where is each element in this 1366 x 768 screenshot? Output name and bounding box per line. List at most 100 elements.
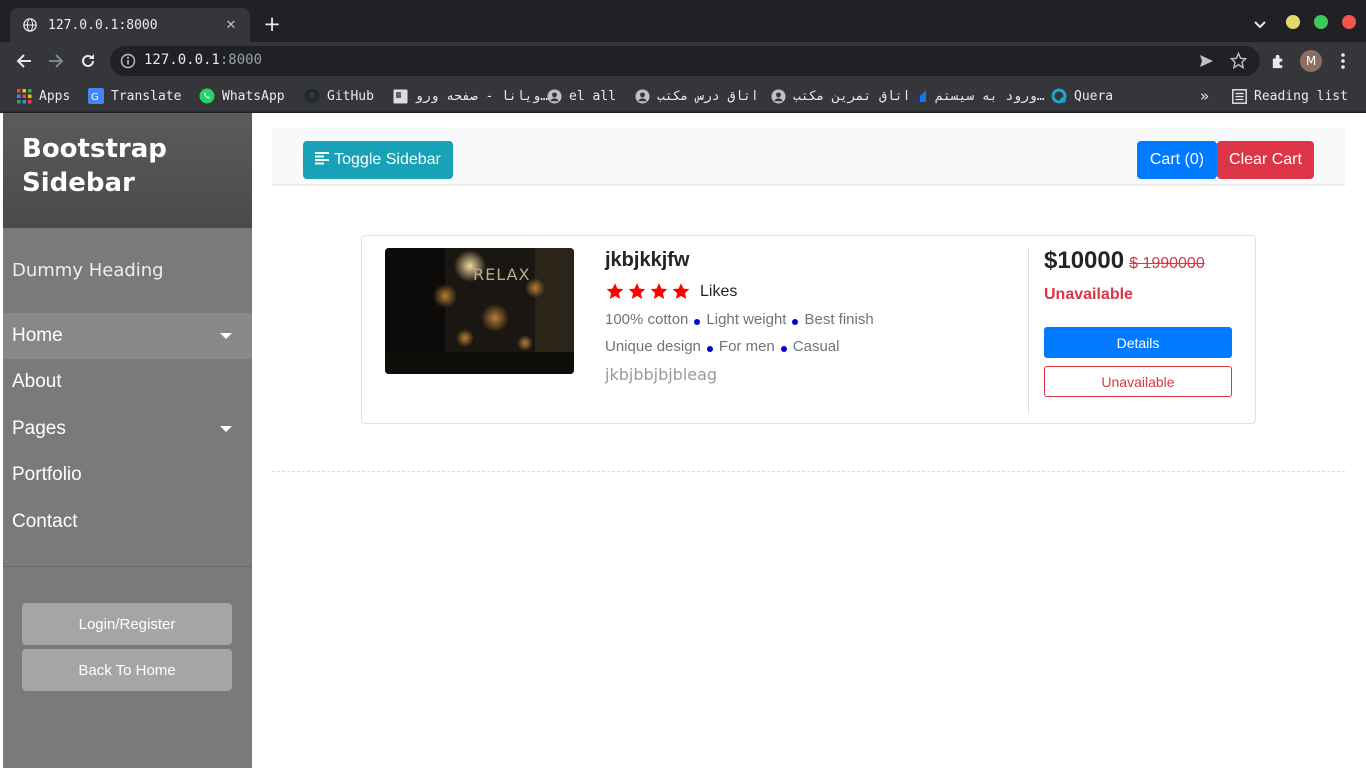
bookmark-practice-room[interactable]: اتاق تمرین مکتب (770, 86, 910, 106)
card-divider (1028, 248, 1029, 414)
top-navbar: Toggle Sidebar Cart (0) Clear Cart (272, 128, 1345, 186)
product-name[interactable]: jkbjkkjfw (605, 249, 689, 272)
product-rating: Likes (605, 282, 737, 301)
sidebar-item-contact[interactable]: Contact (3, 499, 252, 545)
info-icon[interactable] (120, 53, 136, 73)
apps-grid-icon (16, 88, 32, 104)
page-viewport: Bootstrap Sidebar Dummy Heading Home Abo… (0, 113, 1366, 768)
bookmarks-bar: Apps G Translate WhatsApp GitHub ویانا -… (0, 80, 1366, 112)
product-description: jkbjbbjbjbleag (605, 365, 718, 384)
bookmark-viana[interactable]: ویانا - صفحه ورو… (392, 86, 548, 106)
star-bookmark-icon[interactable] (1229, 51, 1248, 73)
clear-cart-button[interactable]: Clear Cart (1217, 141, 1314, 179)
star-icon (606, 283, 624, 300)
bookmark-label: ویانا - صفحه ورو… (415, 88, 549, 104)
bookmark-label: GitHub (327, 88, 374, 104)
quera-icon (1051, 88, 1067, 104)
bookmark-quera[interactable]: Quera (1051, 86, 1113, 106)
sidebar-item-label: Home (12, 325, 63, 346)
tab-strip: 127.0.0.1:8000 ✕ + (0, 0, 1366, 42)
bookmark-label: اتاق درس مکتب (657, 88, 759, 104)
bullet-dot (780, 345, 787, 352)
bookmark-label: ورود به سیستم… (935, 88, 1045, 104)
reload-icon[interactable] (78, 51, 98, 71)
close-tab-icon[interactable]: ✕ (222, 18, 240, 33)
sidebar-item-about[interactable]: About (3, 359, 252, 405)
browser-tab[interactable]: 127.0.0.1:8000 ✕ (10, 8, 250, 42)
old-price: $ 1990000 (1129, 255, 1205, 272)
section-divider (272, 471, 1345, 472)
bookmark-label: Quera (1074, 88, 1114, 104)
sidebar-item-label: About (12, 371, 62, 392)
cart-button[interactable]: Cart (0) (1137, 141, 1217, 179)
new-tab-icon[interactable]: + (261, 14, 283, 36)
feature-item: For men (718, 338, 775, 355)
site-icon (912, 88, 928, 104)
likes-label: Likes (700, 282, 738, 300)
feature-item: Best finish (804, 311, 874, 328)
bookmarks-overflow[interactable]: » (1200, 86, 1209, 106)
unavailable-button[interactable]: Unavailable (1044, 366, 1232, 397)
github-icon (304, 88, 320, 104)
star-icon (628, 283, 646, 300)
caret-down-icon (220, 333, 232, 339)
caret-down-icon (220, 426, 232, 432)
sidebar-item-pages[interactable]: Pages (3, 406, 252, 452)
feature-item: Light weight (706, 311, 787, 328)
bookmark-whatsapp[interactable]: WhatsApp (199, 86, 285, 106)
sidebar-heading: Dummy Heading (12, 260, 164, 281)
bookmark-translate[interactable]: G Translate (88, 86, 181, 106)
toggle-sidebar-label: Toggle Sidebar (334, 151, 441, 168)
bookmark-el-all[interactable]: el all (546, 86, 616, 106)
send-icon[interactable] (1198, 53, 1214, 73)
price-block: $10000 $ 1990000 (1044, 247, 1205, 275)
close-window-button[interactable] (1342, 15, 1356, 29)
reading-list[interactable]: Reading list (1231, 86, 1348, 106)
globe-icon (22, 17, 38, 33)
align-left-icon (315, 151, 330, 170)
product-card: RELAX jkbjkkjfw Likes 100% cotton Light … (361, 235, 1256, 424)
translate-icon: G (88, 88, 104, 104)
page-icon (392, 88, 408, 104)
feature-item: 100% cotton (605, 311, 689, 328)
bullet-dot (694, 318, 701, 325)
user-circle-icon (546, 88, 562, 104)
chevron-down-icon[interactable] (1252, 16, 1268, 32)
sidebar-item-label: Contact (12, 511, 78, 532)
user-circle-icon (770, 88, 786, 104)
profile-avatar[interactable]: M (1300, 50, 1322, 72)
kebab-menu-icon[interactable] (1333, 51, 1353, 71)
bookmark-github[interactable]: GitHub (304, 86, 374, 106)
sidebar-item-label: Pages (12, 418, 66, 439)
whatsapp-icon (199, 88, 215, 104)
back-to-home-button[interactable]: Back To Home (22, 649, 232, 691)
feature-list: 100% cotton Light weight Best finish (605, 311, 874, 328)
reading-list-icon (1231, 88, 1247, 104)
details-button[interactable]: Details (1044, 327, 1232, 358)
svg-text:G: G (91, 92, 99, 103)
sidebar-header: Bootstrap Sidebar (3, 113, 252, 228)
sidebar-item-home[interactable]: Home (3, 313, 252, 359)
sidebar-item-portfolio[interactable]: Portfolio (3, 452, 252, 498)
bookmark-label: el all (569, 88, 616, 104)
back-arrow-icon[interactable] (14, 51, 34, 71)
svg-text:RELAX: RELAX (473, 265, 530, 284)
extensions-icon[interactable] (1268, 51, 1288, 71)
feature-list: Unique design For men Casual (605, 338, 839, 355)
sidebar: Bootstrap Sidebar Dummy Heading Home Abo… (3, 113, 252, 768)
product-image[interactable]: RELAX (385, 248, 574, 374)
bookmark-label: Apps (39, 88, 71, 104)
bookmark-login-system[interactable]: ورود به سیستم… (912, 86, 1045, 106)
bookmark-label: اتاق تمرین مکتب (793, 88, 911, 104)
login-register-button[interactable]: Login/Register (22, 603, 232, 645)
forward-arrow-icon[interactable] (46, 51, 66, 71)
availability-status: Unavailable (1044, 286, 1133, 303)
bookmark-apps[interactable]: Apps (16, 86, 70, 106)
bookmark-class-room[interactable]: اتاق درس مکتب (634, 86, 759, 106)
toggle-sidebar-button[interactable]: Toggle Sidebar (303, 141, 453, 179)
bullet-dot (792, 318, 799, 325)
sidebar-item-label: Portfolio (12, 464, 82, 485)
address-bar[interactable]: 127.0.0.1:8000 (110, 46, 1260, 76)
maximize-button[interactable] (1314, 15, 1328, 29)
minimize-button[interactable] (1286, 15, 1300, 29)
